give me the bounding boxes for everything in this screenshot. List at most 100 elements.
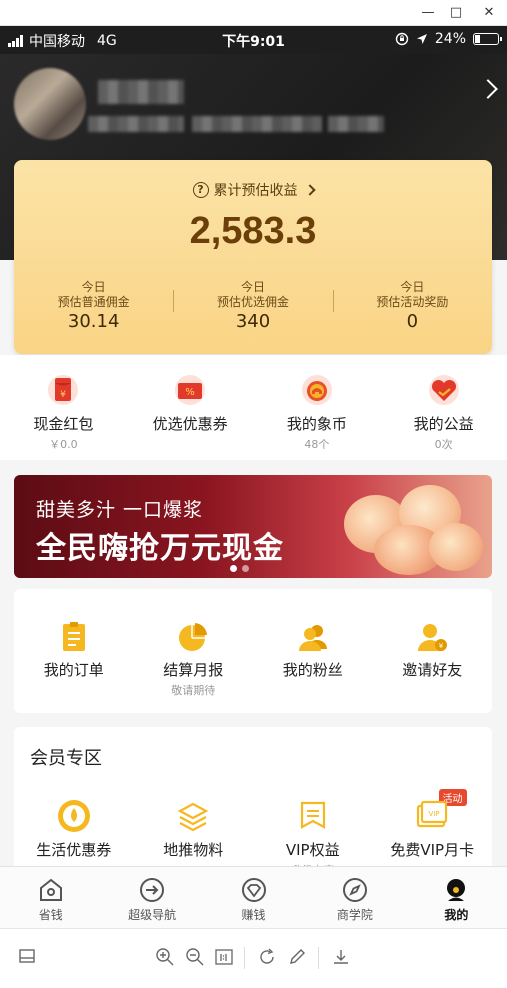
quick-item-label: 现金红包: [33, 415, 94, 433]
earnings-stat: 今日 预估普通佣金 30.14: [14, 280, 173, 340]
quick-item-label: 我的象币: [286, 415, 347, 433]
stat-value: 0: [406, 311, 419, 332]
close-button[interactable]: ✕: [479, 3, 499, 23]
member-item-label: 免费VIP月卡: [390, 841, 475, 859]
tab-mine[interactable]: 我的: [406, 867, 507, 928]
maximize-button[interactable]: □: [446, 3, 466, 23]
svg-text:¥: ¥: [439, 642, 444, 650]
quick-actions: ¥ 现金红包 ￥0.0 % 优选优惠券 我的象币 48个 我的公益 0次: [0, 355, 507, 460]
banner-subtitle: 甜美多汁 一口爆浆: [36, 499, 204, 521]
quick-item-coins[interactable]: 我的象币 48个: [254, 373, 381, 460]
quick-item-sub: 0次: [434, 438, 453, 451]
stat-label: 预估普通佣金: [57, 295, 130, 309]
earnings-total: 2,583.3: [189, 210, 317, 252]
quick-item-sub: ￥0.0: [49, 438, 78, 451]
viewer-toolbar: [0, 928, 507, 988]
tab-label: 我的: [444, 908, 469, 922]
minimize-button[interactable]: —: [418, 3, 438, 23]
member-section: 会员专区 生活优惠券 地推物料 VIP权益 升级专享 活动 VIP 免: [14, 727, 492, 877]
quick-item-red-envelope[interactable]: ¥ 现金红包 ￥0.0: [0, 373, 127, 460]
banner-title: 全民嗨抢万元现金: [36, 531, 284, 566]
earnings-stat: 今日 预估优选佣金 340: [173, 280, 332, 340]
stat-label-day: 今日: [81, 280, 106, 294]
tab-business-school[interactable]: 商学院: [304, 867, 405, 928]
stat-value: 340: [235, 311, 271, 332]
tab-super-nav[interactable]: 超级导航: [101, 867, 202, 928]
promo-banner[interactable]: 甜美多汁 一口爆浆 全民嗨抢万元现金: [14, 475, 492, 578]
help-icon[interactable]: ?: [192, 182, 209, 198]
orders-item-label: 我的订单: [43, 661, 104, 679]
stat-label-day: 今日: [400, 280, 425, 294]
life-coupon-icon: [57, 799, 91, 833]
toolbar-divider: [318, 947, 319, 969]
vip-card-icon: VIP: [415, 799, 449, 833]
tab-save-money[interactable]: 省钱: [0, 867, 101, 928]
compass-icon: [342, 877, 368, 903]
avatar[interactable]: [14, 68, 86, 140]
order-list-icon: [58, 621, 90, 653]
tab-label: 商学院: [336, 908, 373, 922]
svg-text:¥: ¥: [61, 390, 67, 400]
zoom-in-icon[interactable]: [154, 947, 176, 969]
stat-label: 预估优选佣金: [216, 295, 289, 309]
quick-item-label: 优选优惠券: [152, 415, 228, 433]
member-section-title: 会员专区: [30, 748, 102, 769]
actual-size-icon[interactable]: [213, 947, 235, 969]
member-item-label: 生活优惠券: [36, 841, 112, 859]
stat-label: 预估活动奖励: [376, 295, 449, 309]
red-envelope-icon: ¥: [46, 373, 80, 407]
status-bar: 中国移动 4G 下午9:01 24%: [0, 26, 507, 54]
tab-label: 赚钱: [241, 908, 266, 922]
quick-item-coupon[interactable]: % 优选优惠券: [127, 373, 254, 460]
carousel-dot[interactable]: [242, 565, 249, 572]
profile-icon: [443, 877, 469, 903]
rotate-icon[interactable]: [256, 947, 278, 969]
chevron-right-icon: [303, 184, 316, 196]
orders-section: 我的订单 结算月报 敬请期待 我的粉丝 ¥ 邀请好友: [14, 589, 492, 713]
edit-pencil-icon[interactable]: [286, 947, 308, 969]
battery-percent: 24%: [434, 31, 466, 47]
orders-item[interactable]: 结算月报 敬请期待: [134, 621, 254, 713]
earnings-title: 累计预估收益: [213, 183, 298, 199]
home-icon: [38, 877, 64, 903]
diamond-icon: [241, 877, 267, 903]
elephant-coin-icon: [300, 373, 334, 407]
earnings-title-link[interactable]: ? 累计预估收益: [14, 180, 492, 200]
earnings-stat: 今日 预估活动奖励 0: [332, 280, 492, 340]
charity-heart-icon: [427, 373, 461, 407]
chevron-right-icon[interactable]: [478, 79, 498, 99]
tab-earn-money[interactable]: 赚钱: [203, 867, 304, 928]
download-icon[interactable]: [330, 947, 352, 969]
battery-icon: [473, 33, 502, 45]
zoom-out-icon[interactable]: [184, 947, 206, 969]
orders-item[interactable]: 我的粉丝: [253, 621, 373, 713]
pie-chart-icon: [177, 621, 209, 653]
orders-item-label: 邀请好友: [402, 661, 463, 679]
quick-item-label: 我的公益: [413, 415, 474, 433]
vip-card-icon-text: VIP: [429, 810, 440, 818]
quick-item-sub: 48个: [304, 438, 330, 451]
quick-item-charity[interactable]: 我的公益 0次: [380, 373, 507, 460]
bottom-tab-bar: 省钱 超级导航 赚钱 商学院 我的: [0, 866, 507, 928]
svg-text:%: %: [185, 387, 195, 398]
orders-item[interactable]: 我的订单: [14, 621, 134, 713]
orders-item-label: 我的粉丝: [282, 661, 343, 679]
stat-value: 30.14: [67, 311, 120, 332]
peach-image: [429, 523, 483, 571]
invite-friend-icon: ¥: [416, 621, 448, 653]
toolbar-divider: [244, 947, 245, 969]
layers-icon: [176, 799, 210, 833]
tab-label: 省钱: [38, 908, 63, 922]
panel-toggle-icon[interactable]: [16, 947, 38, 969]
earnings-card: ? 累计预估收益 2,583.3 今日 预估普通佣金 30.14 今日 预估优选…: [14, 160, 492, 354]
carousel-dot[interactable]: [230, 565, 237, 572]
user-info-redacted: [88, 116, 184, 132]
member-item-label: 地推物料: [163, 841, 224, 859]
username-redacted: [98, 80, 184, 104]
navigate-arrow-icon: [139, 877, 165, 903]
vip-flag-icon: [296, 799, 330, 833]
orders-item[interactable]: ¥ 邀请好友: [373, 621, 493, 713]
coupon-icon: %: [173, 373, 207, 407]
stat-label-day: 今日: [240, 280, 265, 294]
user-info-redacted: [192, 116, 322, 132]
